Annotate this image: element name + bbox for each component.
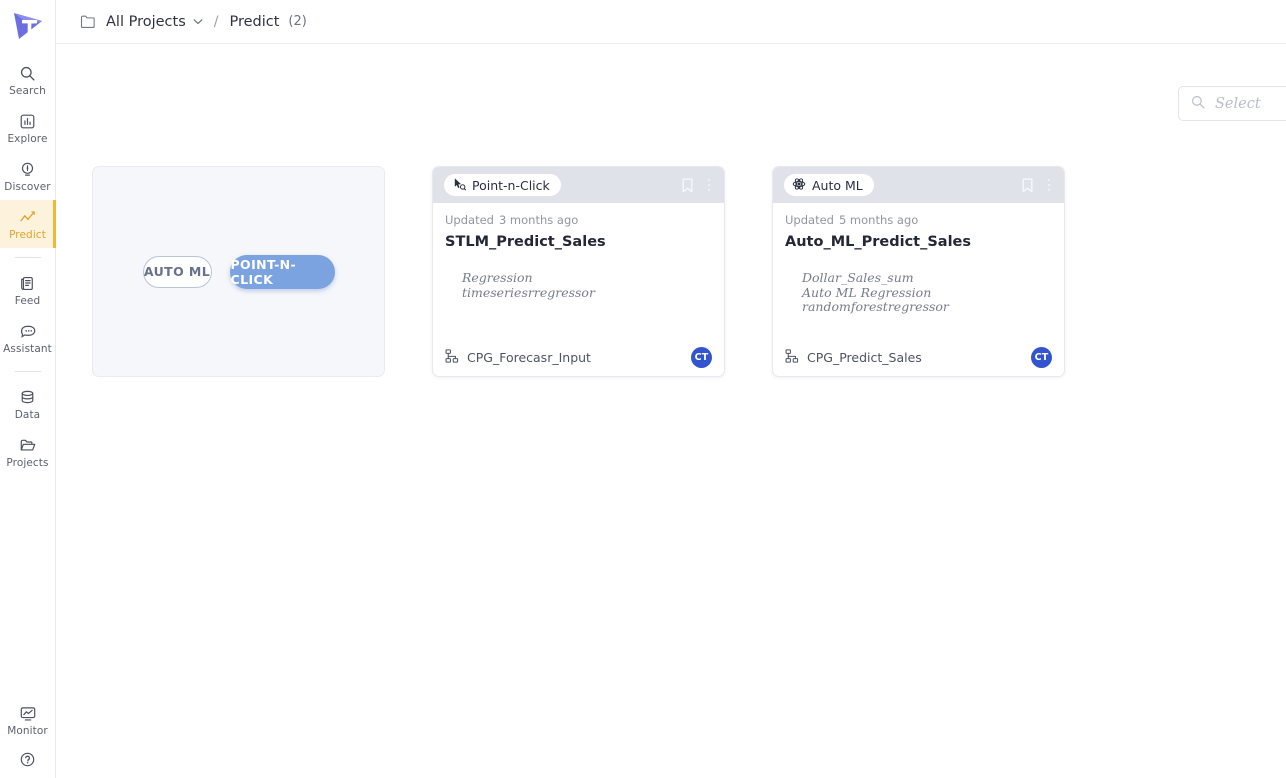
- kebab-menu-icon[interactable]: [704, 176, 715, 195]
- sidebar-divider-2: [14, 371, 41, 372]
- sidebar-item-search[interactable]: Search: [0, 56, 56, 104]
- sidebar-item-label: Search: [9, 84, 46, 97]
- new-model-choice-card: AUTO ML POINT-N-CLICK: [92, 166, 385, 377]
- app-logo[interactable]: [8, 6, 48, 46]
- card-type-badge: Auto ML: [784, 174, 874, 196]
- main-content: All Projects / Predict (2) Select AUTO M…: [56, 0, 1286, 778]
- help-icon: [19, 751, 36, 772]
- card-body: Updated 3 months ago STLM_Predict_Sales R…: [433, 203, 724, 338]
- sidebar-divider: [14, 257, 41, 258]
- card-dataset-name: CPG_Predict_Sales: [807, 349, 922, 365]
- sidebar-item-explore[interactable]: Explore: [0, 104, 56, 152]
- sidebar-item-data[interactable]: Data: [0, 380, 56, 428]
- project-card-grid: AUTO ML POINT-N-CLICK Point-n-Click Upda…: [92, 166, 1065, 377]
- discover-icon: [19, 160, 36, 179]
- app-root: Search Explore Discover Predict Feed Ass…: [0, 0, 1286, 778]
- bookmark-icon[interactable]: [1020, 177, 1035, 194]
- sidebar-item-label: Assistant: [3, 342, 52, 355]
- point-n-click-icon: [452, 177, 467, 194]
- card-meta-line: Auto ML Regression: [802, 284, 932, 300]
- help-button[interactable]: [0, 744, 56, 778]
- sidebar-item-label: Monitor: [7, 724, 48, 737]
- breadcrumb-current: Predict: [229, 13, 280, 30]
- dataset-icon: [785, 348, 799, 367]
- search-icon: [19, 64, 36, 83]
- sidebar-item-label: Projects: [6, 456, 49, 469]
- search-icon: [1190, 94, 1206, 114]
- card-header-actions: [1020, 176, 1055, 195]
- card-title: Auto_ML_Predict_Sales: [785, 234, 972, 250]
- sidebar-item-label: Explore: [7, 132, 48, 145]
- card-header: Auto ML: [773, 167, 1064, 203]
- sidebar-item-feed[interactable]: Feed: [0, 266, 56, 314]
- card-type-badge: Point-n-Click: [444, 174, 561, 196]
- projects-icon: [19, 436, 37, 455]
- breadcrumb-separator: /: [213, 13, 219, 30]
- card-footer: CPG_Forecasr_Input CT: [433, 338, 724, 376]
- avatar[interactable]: CT: [1031, 346, 1052, 368]
- sidebar-item-projects[interactable]: Projects: [0, 428, 56, 476]
- dataset-icon: [445, 348, 459, 367]
- model-card[interactable]: Auto ML Updated 5 months ago Auto_ML_Pre…: [772, 166, 1065, 377]
- card-type-label: Point-n-Click: [472, 177, 550, 193]
- breadcrumb-all-projects[interactable]: All Projects: [106, 14, 203, 30]
- sidebar-item-predict[interactable]: Predict: [0, 200, 56, 248]
- bookmark-icon[interactable]: [680, 177, 695, 194]
- explore-icon: [19, 112, 36, 131]
- sidebar-item-assistant[interactable]: Assistant: [0, 314, 56, 362]
- auto-ml-icon: [792, 177, 806, 194]
- breadcrumb-count: (2): [288, 14, 307, 29]
- card-meta-line: Regression: [462, 270, 533, 285]
- card-updated-value: 3 months ago: [498, 213, 579, 227]
- avatar[interactable]: CT: [691, 346, 712, 368]
- card-header-actions: [680, 176, 715, 195]
- card-updated-label: Updated: [785, 213, 834, 227]
- card-body: Updated 5 months ago Auto_ML_Predict_Sale…: [773, 203, 1064, 338]
- card-meta-line: randomforestregressor: [802, 299, 949, 314]
- assistant-icon: [19, 322, 37, 341]
- card-footer: CPG_Predict_Sales CT: [773, 338, 1064, 376]
- predict-icon: [19, 208, 37, 227]
- sidebar-item-label: Feed: [14, 294, 41, 307]
- model-card[interactable]: Point-n-Click Updated 3 months ago STLM_…: [432, 166, 725, 377]
- select-placeholder: Select: [1215, 95, 1261, 112]
- data-icon: [19, 388, 36, 407]
- monitor-icon: [19, 704, 37, 723]
- card-meta: Dollar_Sales_sum Auto ML Regression rand…: [802, 270, 1052, 315]
- card-type-label: Auto ML: [812, 177, 863, 193]
- card-meta: Regression timeseriesrregressor: [462, 270, 712, 300]
- folder-icon: [80, 14, 96, 29]
- card-updated-label: Updated: [445, 213, 494, 227]
- card-updated: Updated 3 months ago: [445, 213, 712, 227]
- card-dataset-name: CPG_Forecasr_Input: [467, 349, 591, 365]
- card-updated: Updated 5 months ago: [785, 213, 1052, 227]
- card-title: STLM_Predict_Sales: [445, 234, 606, 250]
- card-meta-line: timeseriesrregressor: [462, 284, 595, 300]
- point-n-click-button[interactable]: POINT-N-CLICK: [229, 254, 335, 289]
- card-meta-line: Dollar_Sales_sum: [802, 270, 914, 285]
- auto-ml-button[interactable]: AUTO ML: [142, 255, 212, 288]
- sidebar-item-discover[interactable]: Discover: [0, 152, 56, 200]
- kebab-menu-icon[interactable]: [1044, 176, 1055, 195]
- sidebar-item-label: Data: [14, 408, 41, 421]
- sidebar-item-label: Discover: [4, 180, 51, 193]
- sidebar-item-monitor[interactable]: Monitor: [0, 696, 56, 744]
- sidebar-item-label: Predict: [9, 228, 46, 241]
- chevron-down-icon: [193, 18, 203, 25]
- breadcrumb-root-label: All Projects: [106, 13, 186, 30]
- select-input-wrapper[interactable]: Select: [1178, 86, 1286, 121]
- feed-icon: [19, 274, 36, 293]
- breadcrumb-bar: All Projects / Predict (2): [56, 0, 1286, 44]
- card-updated-value: 5 months ago: [838, 213, 919, 227]
- card-header: Point-n-Click: [433, 167, 724, 203]
- sidebar: Search Explore Discover Predict Feed Ass…: [0, 0, 56, 778]
